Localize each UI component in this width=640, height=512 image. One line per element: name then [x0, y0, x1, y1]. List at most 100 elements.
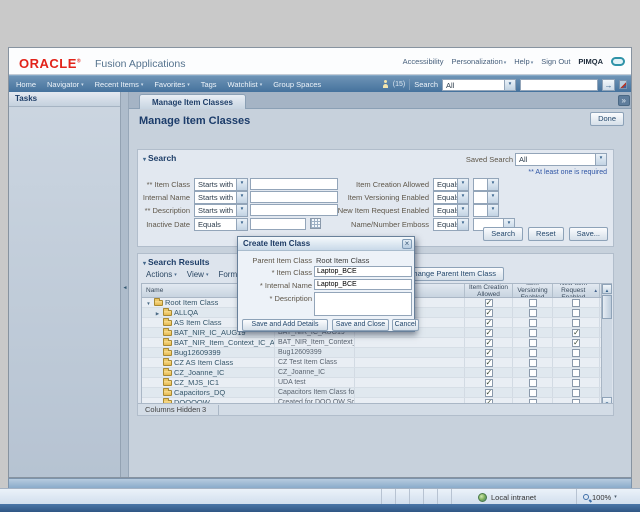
table-row[interactable]: BAT_NIR_Item_Context_IC_AUG19BAT_NIR_Ite…: [142, 338, 611, 348]
nav-item-navigator[interactable]: Navigator: [47, 80, 84, 89]
item-creation-checkbox[interactable]: [485, 319, 493, 327]
item-creation-checkbox[interactable]: [485, 329, 493, 337]
tab-overflow-icon[interactable]: [618, 95, 630, 106]
save-and-close-button[interactable]: Save and Close: [332, 319, 389, 331]
collapse-section-icon[interactable]: [143, 157, 146, 163]
table-row[interactable]: CZ AS Item ClassCZ Test Item Class: [142, 358, 611, 368]
scroll-up-icon[interactable]: [602, 284, 612, 294]
accessibility-link[interactable]: Accessibility: [403, 57, 444, 66]
operator-dropdown[interactable]: Equals: [433, 218, 469, 231]
item-versioning-checkbox[interactable]: [529, 369, 537, 377]
operator-dropdown[interactable]: Starts with: [194, 191, 248, 204]
new-item-request-checkbox[interactable]: [572, 339, 580, 347]
column-header-new-item-request[interactable]: New Item Request Enabled: [553, 284, 600, 297]
advanced-search-icon[interactable]: [619, 80, 627, 89]
tab-manage-item-classes[interactable]: Manage Item Classes: [139, 94, 246, 109]
cancel-button[interactable]: Cancel: [392, 319, 419, 331]
search-field-input[interactable]: [250, 218, 306, 230]
nav-item-recent-items[interactable]: Recent Items: [95, 80, 144, 89]
actions-menu[interactable]: Actions: [146, 270, 177, 279]
view-menu[interactable]: View: [187, 270, 209, 279]
nav-item-home[interactable]: Home: [16, 80, 36, 89]
item-creation-checkbox[interactable]: [485, 349, 493, 357]
search-go-button[interactable]: [602, 79, 615, 91]
new-item-request-checkbox[interactable]: [572, 369, 580, 377]
operator-dropdown[interactable]: Equals: [194, 218, 248, 231]
description-textarea[interactable]: [314, 292, 412, 316]
nav-item-favorites[interactable]: Favorites: [154, 80, 189, 89]
item-versioning-checkbox[interactable]: [529, 349, 537, 357]
new-item-request-checkbox[interactable]: [572, 309, 580, 317]
dialog-header[interactable]: Create Item Class: [238, 237, 414, 251]
chat-icon[interactable]: [611, 57, 625, 66]
new-item-request-checkbox[interactable]: [572, 349, 580, 357]
nav-item-tags[interactable]: Tags: [201, 80, 217, 89]
table-row[interactable]: Capacitors_DQCapacitors Item Class for D…: [142, 388, 611, 398]
new-item-request-checkbox[interactable]: [572, 379, 580, 387]
item-versioning-checkbox[interactable]: [529, 319, 537, 327]
item-creation-checkbox[interactable]: [485, 339, 493, 347]
item-creation-checkbox[interactable]: [485, 379, 493, 387]
item-versioning-checkbox[interactable]: [529, 329, 537, 337]
item-versioning-checkbox[interactable]: [529, 299, 537, 307]
collapse-section-icon[interactable]: [143, 261, 146, 267]
operator-dropdown[interactable]: Starts with: [194, 204, 248, 217]
nav-item-group-spaces[interactable]: Group Spaces: [273, 80, 321, 89]
folder-icon: [163, 340, 172, 346]
tree-expand-icon[interactable]: [154, 308, 161, 317]
search-panel-header[interactable]: Search: [143, 153, 176, 163]
reset-button[interactable]: Reset: [528, 227, 564, 241]
item-versioning-checkbox[interactable]: [529, 359, 537, 367]
scrollbar-thumb[interactable]: [602, 295, 612, 319]
item-creation-checkbox[interactable]: [485, 369, 493, 377]
zoom-control[interactable]: 100%: [576, 489, 617, 505]
new-item-request-checkbox[interactable]: [572, 329, 580, 337]
operator-dropdown[interactable]: Equals: [433, 204, 469, 217]
column-header-item-creation[interactable]: Item Creation Allowed: [465, 284, 513, 297]
new-item-request-checkbox[interactable]: [572, 389, 580, 397]
value-dropdown[interactable]: [473, 191, 499, 204]
new-item-request-checkbox[interactable]: [572, 319, 580, 327]
inactive-date-cell: [355, 358, 465, 367]
value-dropdown[interactable]: [473, 178, 499, 191]
item-versioning-checkbox[interactable]: [529, 389, 537, 397]
item-class-input[interactable]: [314, 266, 412, 277]
tree-collapse-icon[interactable]: [145, 298, 152, 307]
search-button[interactable]: Search: [483, 227, 523, 241]
item-creation-checkbox[interactable]: [485, 299, 493, 307]
vertical-scrollbar[interactable]: [601, 284, 612, 407]
internal-name-input[interactable]: [314, 279, 412, 290]
save-search-button[interactable]: Save...: [569, 227, 608, 241]
save-and-add-details-button[interactable]: Save and Add Details: [242, 319, 328, 331]
item-creation-checkbox[interactable]: [485, 309, 493, 317]
search-scope-dropdown[interactable]: All: [442, 79, 516, 91]
saved-search-dropdown[interactable]: All: [515, 153, 607, 166]
operator-dropdown[interactable]: Starts with: [194, 178, 248, 191]
table-row[interactable]: CZ_MJS_IC1UDA test: [142, 378, 611, 388]
personalization-menu[interactable]: Personalization: [451, 57, 506, 66]
new-item-request-checkbox[interactable]: [572, 359, 580, 367]
table-row[interactable]: CZ_Joanne_ICCZ_Joanne_IC: [142, 368, 611, 378]
change-parent-item-class-button[interactable]: Change Parent Item Class: [400, 267, 504, 281]
value-dropdown[interactable]: [473, 204, 499, 217]
item-creation-checkbox[interactable]: [485, 359, 493, 367]
operator-dropdown[interactable]: Equals: [433, 178, 469, 191]
done-button[interactable]: Done: [590, 112, 624, 126]
item-versioning-checkbox[interactable]: [529, 309, 537, 317]
collapse-left-icon[interactable]: [121, 282, 129, 291]
table-row[interactable]: Bug12609399Bug12609399: [142, 348, 611, 358]
item-versioning-checkbox[interactable]: [529, 339, 537, 347]
sign-out-link[interactable]: Sign Out: [541, 57, 570, 66]
new-item-request-checkbox[interactable]: [572, 299, 580, 307]
help-menu[interactable]: Help: [514, 57, 533, 66]
item-creation-checkbox[interactable]: [485, 389, 493, 397]
item-versioning-checkbox[interactable]: [529, 379, 537, 387]
panel-splitter[interactable]: [121, 92, 129, 477]
operator-dropdown[interactable]: Equals: [433, 191, 469, 204]
results-panel-header[interactable]: Search Results: [143, 257, 209, 267]
sort-ascending-icon[interactable]: [593, 287, 598, 294]
close-icon[interactable]: [402, 239, 412, 249]
global-search-input[interactable]: [520, 79, 598, 91]
column-header-item-versioning[interactable]: Item Versioning Enabled: [513, 284, 553, 297]
nav-item-watchlist[interactable]: Watchlist: [228, 80, 263, 89]
